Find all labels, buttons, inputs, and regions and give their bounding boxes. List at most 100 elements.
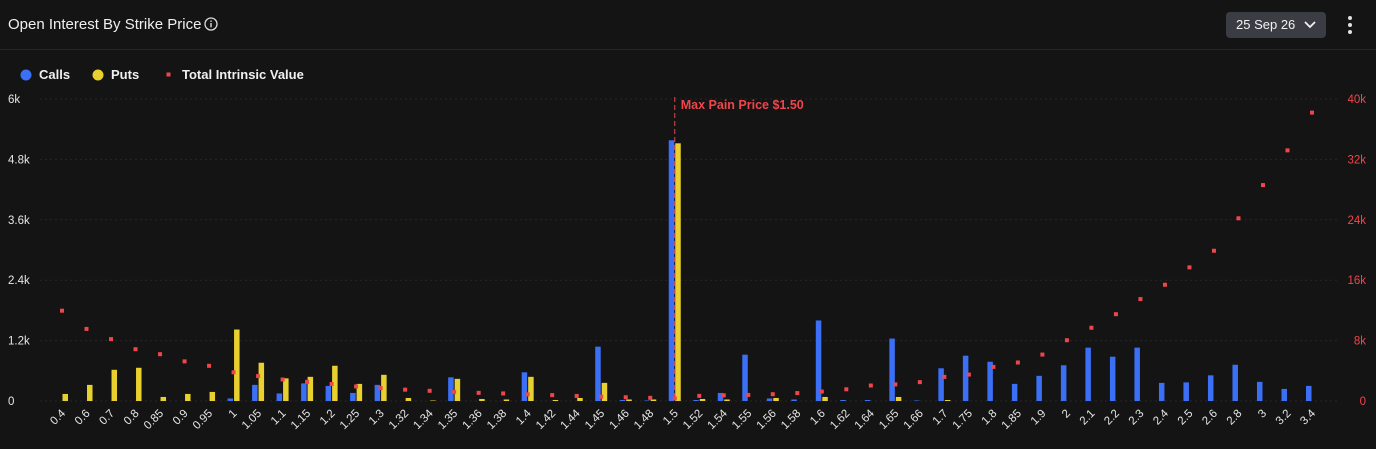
intrinsic-value-point <box>574 393 579 398</box>
calls-bar <box>889 338 895 401</box>
intrinsic-value-point <box>329 382 334 387</box>
x-tick-label: 1.8 <box>980 408 1000 428</box>
y-left-tick-label: 0 <box>8 396 14 408</box>
intrinsic-value-point <box>109 337 114 342</box>
x-tick-label: 0.95 <box>191 408 215 432</box>
x-tick-label: 1.7 <box>931 408 951 428</box>
x-tick-label: 2.2 <box>1102 408 1122 428</box>
calls-bar <box>815 320 822 401</box>
x-tick-label: 1.44 <box>559 407 584 432</box>
y-right-tick-label: 24k <box>1347 215 1366 227</box>
x-tick-label: 1.62 <box>828 408 852 432</box>
calls-bar <box>1036 375 1042 401</box>
intrinsic-value-point <box>991 364 996 369</box>
x-tick-label: 1.58 <box>779 408 803 432</box>
puts-bar <box>822 396 828 401</box>
y-left-tick-label: 1.2k <box>8 336 30 348</box>
puts-bar <box>405 397 412 401</box>
intrinsic-value-point <box>697 393 702 398</box>
y-right-tick-label: 40k <box>1347 94 1366 106</box>
x-tick-label: 2.1 <box>1078 408 1098 428</box>
x-tick-label: 1.55 <box>730 408 754 432</box>
x-tick-label: 1.52 <box>681 408 705 432</box>
x-tick-label: 1.3 <box>367 408 387 428</box>
puts-bar <box>675 143 681 401</box>
intrinsic-value-point <box>1162 282 1167 287</box>
puts-bar <box>258 362 265 401</box>
intrinsic-value-point <box>1260 183 1265 188</box>
calls-bar <box>1207 375 1214 401</box>
x-tick-label: 0.8 <box>122 408 142 428</box>
intrinsic-value-point <box>256 374 261 379</box>
x-tick-label: 1.32 <box>387 408 411 432</box>
x-tick-label: 0.85 <box>142 408 166 432</box>
calls-bar <box>1158 382 1165 401</box>
puts-bar <box>283 378 289 401</box>
intrinsic-value-point <box>893 382 898 387</box>
intrinsic-value-point <box>182 359 187 364</box>
calls-bar <box>1256 381 1263 401</box>
x-tick-label: 1.35 <box>436 408 460 432</box>
x-tick-label: 1.42 <box>534 408 558 432</box>
puts-bar <box>136 367 142 401</box>
x-tick-label: 2.3 <box>1127 408 1147 428</box>
intrinsic-value-point <box>1064 338 1069 343</box>
calls-bar <box>521 372 528 401</box>
x-tick-label: 3.2 <box>1274 408 1294 428</box>
intrinsic-value-point <box>452 389 457 394</box>
intrinsic-value-point <box>280 377 285 382</box>
x-tick-label: 1.36 <box>460 408 484 432</box>
puts-bar <box>503 399 510 401</box>
intrinsic-value-point <box>819 389 824 394</box>
y-right-tick-label: 8k <box>1354 336 1366 348</box>
puts-bar <box>626 399 632 401</box>
x-tick-label: 1.1 <box>269 408 289 428</box>
puts-bar <box>454 378 461 401</box>
x-tick-label: 1.25 <box>338 408 362 432</box>
calls-bar <box>1060 365 1067 401</box>
intrinsic-value-point <box>1211 248 1216 253</box>
calls-bar <box>227 398 234 401</box>
x-tick-label: 1.56 <box>755 408 779 432</box>
calls-bar <box>938 368 944 401</box>
x-tick-label: 1.38 <box>485 408 509 432</box>
intrinsic-value-point <box>476 390 481 395</box>
x-tick-label: 2.6 <box>1200 408 1220 428</box>
calls-bar <box>913 400 920 401</box>
calls-bar <box>840 399 846 401</box>
intrinsic-value-point <box>550 393 555 398</box>
x-tick-label: 1.34 <box>411 407 436 432</box>
intrinsic-value-point <box>1236 216 1241 221</box>
x-tick-label: 3.4 <box>1298 407 1318 427</box>
intrinsic-value-point <box>1187 265 1192 270</box>
x-tick-label: 1.5 <box>661 408 681 428</box>
x-tick-label: 1.65 <box>877 408 901 432</box>
calls-bar <box>595 346 601 401</box>
calls-bar <box>276 393 283 401</box>
calls-bar <box>1134 347 1140 401</box>
puts-bar <box>895 396 902 401</box>
puts-bar <box>87 384 93 401</box>
intrinsic-value-point <box>917 380 922 385</box>
puts-bar <box>552 399 559 401</box>
puts-bar <box>479 398 485 401</box>
intrinsic-value-point <box>868 383 873 388</box>
intrinsic-value-point <box>378 386 383 391</box>
x-tick-label: 0.9 <box>171 408 191 428</box>
calls-bar <box>864 399 871 401</box>
intrinsic-value-point <box>1040 352 1045 357</box>
x-tick-label: 1.85 <box>1000 408 1024 432</box>
calls-bar <box>644 400 650 401</box>
x-tick-label: 3 <box>1256 408 1269 421</box>
x-tick-label: 1.15 <box>289 408 313 432</box>
open-interest-chart: 0 0 1.2k 8k 2.4k 16k 3.6k 24k 4.8k 32k 6k 40k Max Pa… <box>8 94 1366 432</box>
intrinsic-value-point <box>207 363 212 368</box>
puts-bar <box>234 329 240 401</box>
intrinsic-value-point <box>60 308 64 313</box>
intrinsic-value-point <box>84 326 89 331</box>
x-tick-label: 1.54 <box>706 407 731 432</box>
calls-bar <box>252 384 258 401</box>
x-tick-label: 1.05 <box>240 408 264 432</box>
calls-bar <box>668 140 675 402</box>
calls-bar <box>1232 364 1238 401</box>
